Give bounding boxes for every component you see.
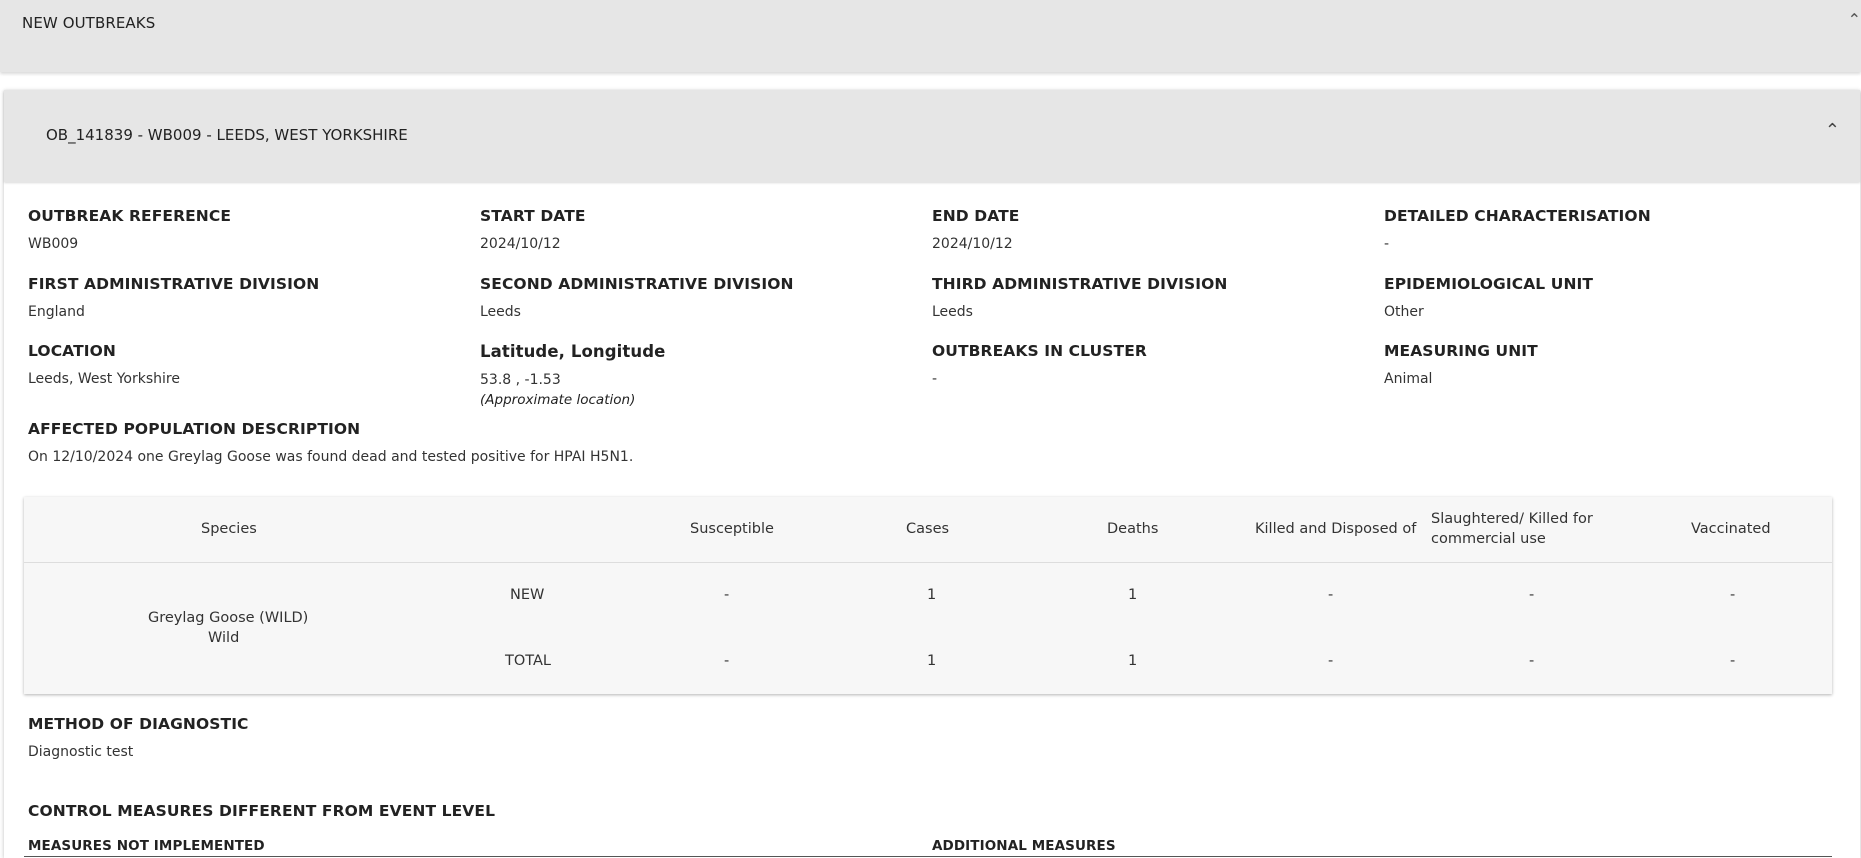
detailed-characterisation-field: DETAILED CHARACTERISATION -	[1384, 207, 1651, 252]
field-value: -	[1384, 236, 1390, 252]
field-value: -	[932, 371, 938, 387]
method-of-diagnostic-field: METHOD OF DIAGNOSTIC Diagnostic test	[28, 715, 249, 760]
location-field: LOCATION Leeds, West Yorkshire	[28, 342, 180, 387]
field-label: FIRST ADMINISTRATIVE DIVISION	[28, 275, 320, 293]
header-species: Species	[201, 521, 257, 537]
outbreak-title: OB_141839 - WB009 - LEEDS, WEST YORKSHIR…	[46, 126, 408, 144]
outbreaks-in-cluster-field: OUTBREAKS IN CLUSTER -	[932, 342, 1147, 387]
table-cell: -	[1328, 587, 1334, 603]
field-value: Leeds, West Yorkshire	[28, 371, 180, 387]
table-cell: -	[1529, 587, 1535, 603]
divider	[24, 856, 1832, 857]
header-cases: Cases	[906, 521, 950, 537]
table-cell: 1	[927, 587, 937, 603]
header-slaughtered-line2: commercial use	[1431, 531, 1546, 547]
table-cell: -	[724, 653, 730, 669]
table-cell: 1	[1128, 653, 1138, 669]
field-label: THIRD ADMINISTRATIVE DIVISION	[932, 275, 1228, 293]
field-value: Animal	[1384, 371, 1433, 387]
header-deaths: Deaths	[1107, 521, 1159, 537]
second-admin-division-field: SECOND ADMINISTRATIVE DIVISION Leeds	[480, 275, 794, 320]
outbreak-card: OB_141839 - WB009 - LEEDS, WEST YORKSHIR…	[4, 90, 1860, 858]
field-value: 2024/10/12	[932, 236, 1013, 252]
field-label: OUTBREAKS IN CLUSTER	[932, 342, 1147, 360]
field-label: END DATE	[932, 207, 1020, 225]
field-value: Leeds	[480, 304, 521, 320]
table-cell: -	[724, 587, 730, 603]
species-table: Species Susceptible Cases Deaths Killed …	[24, 497, 1832, 694]
table-cell: -	[1730, 587, 1736, 603]
epidemiological-unit-field: EPIDEMIOLOGICAL UNIT Other	[1384, 275, 1593, 320]
measures-not-implemented: MEASURES NOT IMPLEMENTED	[28, 838, 265, 854]
outbreak-card-header[interactable]: OB_141839 - WB009 - LEEDS, WEST YORKSHIR…	[4, 90, 1860, 182]
field-label: START DATE	[480, 207, 586, 225]
approximate-location-note: (Approximate location)	[480, 392, 636, 408]
affected-population-field: AFFECTED POPULATION DESCRIPTION On 12/10…	[28, 420, 633, 465]
chevron-up-icon[interactable]: ⌃	[1825, 120, 1840, 141]
panel-title: NEW OUTBREAKS	[22, 14, 156, 32]
header-slaughtered: Slaughtered/ Killed for	[1431, 511, 1593, 527]
lat-lon-field: Latitude, Longitude 53.8 , -1.53 (Approx…	[480, 342, 665, 408]
chevron-up-icon[interactable]: ⌃	[1848, 10, 1861, 29]
header-susceptible: Susceptible	[690, 521, 774, 537]
row-label-total: TOTAL	[505, 653, 551, 669]
field-label: LOCATION	[28, 342, 116, 360]
field-label: MEASURES NOT IMPLEMENTED	[28, 838, 265, 854]
field-value: 2024/10/12	[480, 236, 561, 252]
third-admin-division-field: THIRD ADMINISTRATIVE DIVISION Leeds	[932, 275, 1227, 320]
additional-measures: ADDITIONAL MEASURES	[932, 838, 1116, 854]
table-header-row: Species Susceptible Cases Deaths Killed …	[24, 497, 1832, 563]
field-label: OUTBREAK REFERENCE	[28, 207, 232, 225]
field-value: Diagnostic test	[28, 744, 134, 760]
field-value: On 12/10/2024 one Greylag Goose was foun…	[28, 449, 634, 465]
field-label: METHOD OF DIAGNOSTIC	[28, 715, 249, 733]
field-label: MEASURING UNIT	[1384, 342, 1538, 360]
table-cell: -	[1529, 653, 1535, 669]
field-value: England	[28, 304, 85, 320]
field-label: DETAILED CHARACTERISATION	[1384, 207, 1651, 225]
field-value: Leeds	[932, 304, 973, 320]
control-measures-section: CONTROL MEASURES DIFFERENT FROM EVENT LE…	[28, 802, 495, 820]
first-admin-division-field: FIRST ADMINISTRATIVE DIVISION England	[28, 275, 319, 320]
new-outbreaks-panel-header[interactable]: NEW OUTBREAKS ⌃	[0, 0, 1861, 72]
end-date-field: END DATE 2024/10/12	[932, 207, 1019, 252]
outbreak-reference-field: OUTBREAK REFERENCE WB009	[28, 207, 231, 252]
species-type: Wild	[208, 630, 240, 646]
row-label-new: NEW	[510, 587, 545, 603]
table-cell: -	[1730, 653, 1736, 669]
table-cell: -	[1328, 653, 1334, 669]
table-cell: 1	[927, 653, 937, 669]
field-label: AFFECTED POPULATION DESCRIPTION	[28, 420, 361, 438]
start-date-field: START DATE 2024/10/12	[480, 207, 586, 252]
measuring-unit-field: MEASURING UNIT Animal	[1384, 342, 1538, 387]
header-killed: Killed and Disposed of	[1255, 521, 1417, 537]
table-cell: 1	[1128, 587, 1138, 603]
field-value: WB009	[28, 236, 79, 252]
field-label: Latitude, Longitude	[480, 342, 666, 361]
field-label: ADDITIONAL MEASURES	[932, 838, 1116, 854]
field-value: 53.8 , -1.53	[480, 372, 561, 388]
field-label: EPIDEMIOLOGICAL UNIT	[1384, 275, 1594, 293]
species-name: Greylag Goose (WILD)	[148, 610, 309, 626]
header-vaccinated: Vaccinated	[1691, 521, 1771, 537]
field-label: SECOND ADMINISTRATIVE DIVISION	[480, 275, 794, 293]
section-title: CONTROL MEASURES DIFFERENT FROM EVENT LE…	[28, 802, 496, 820]
field-value: Other	[1384, 304, 1424, 320]
